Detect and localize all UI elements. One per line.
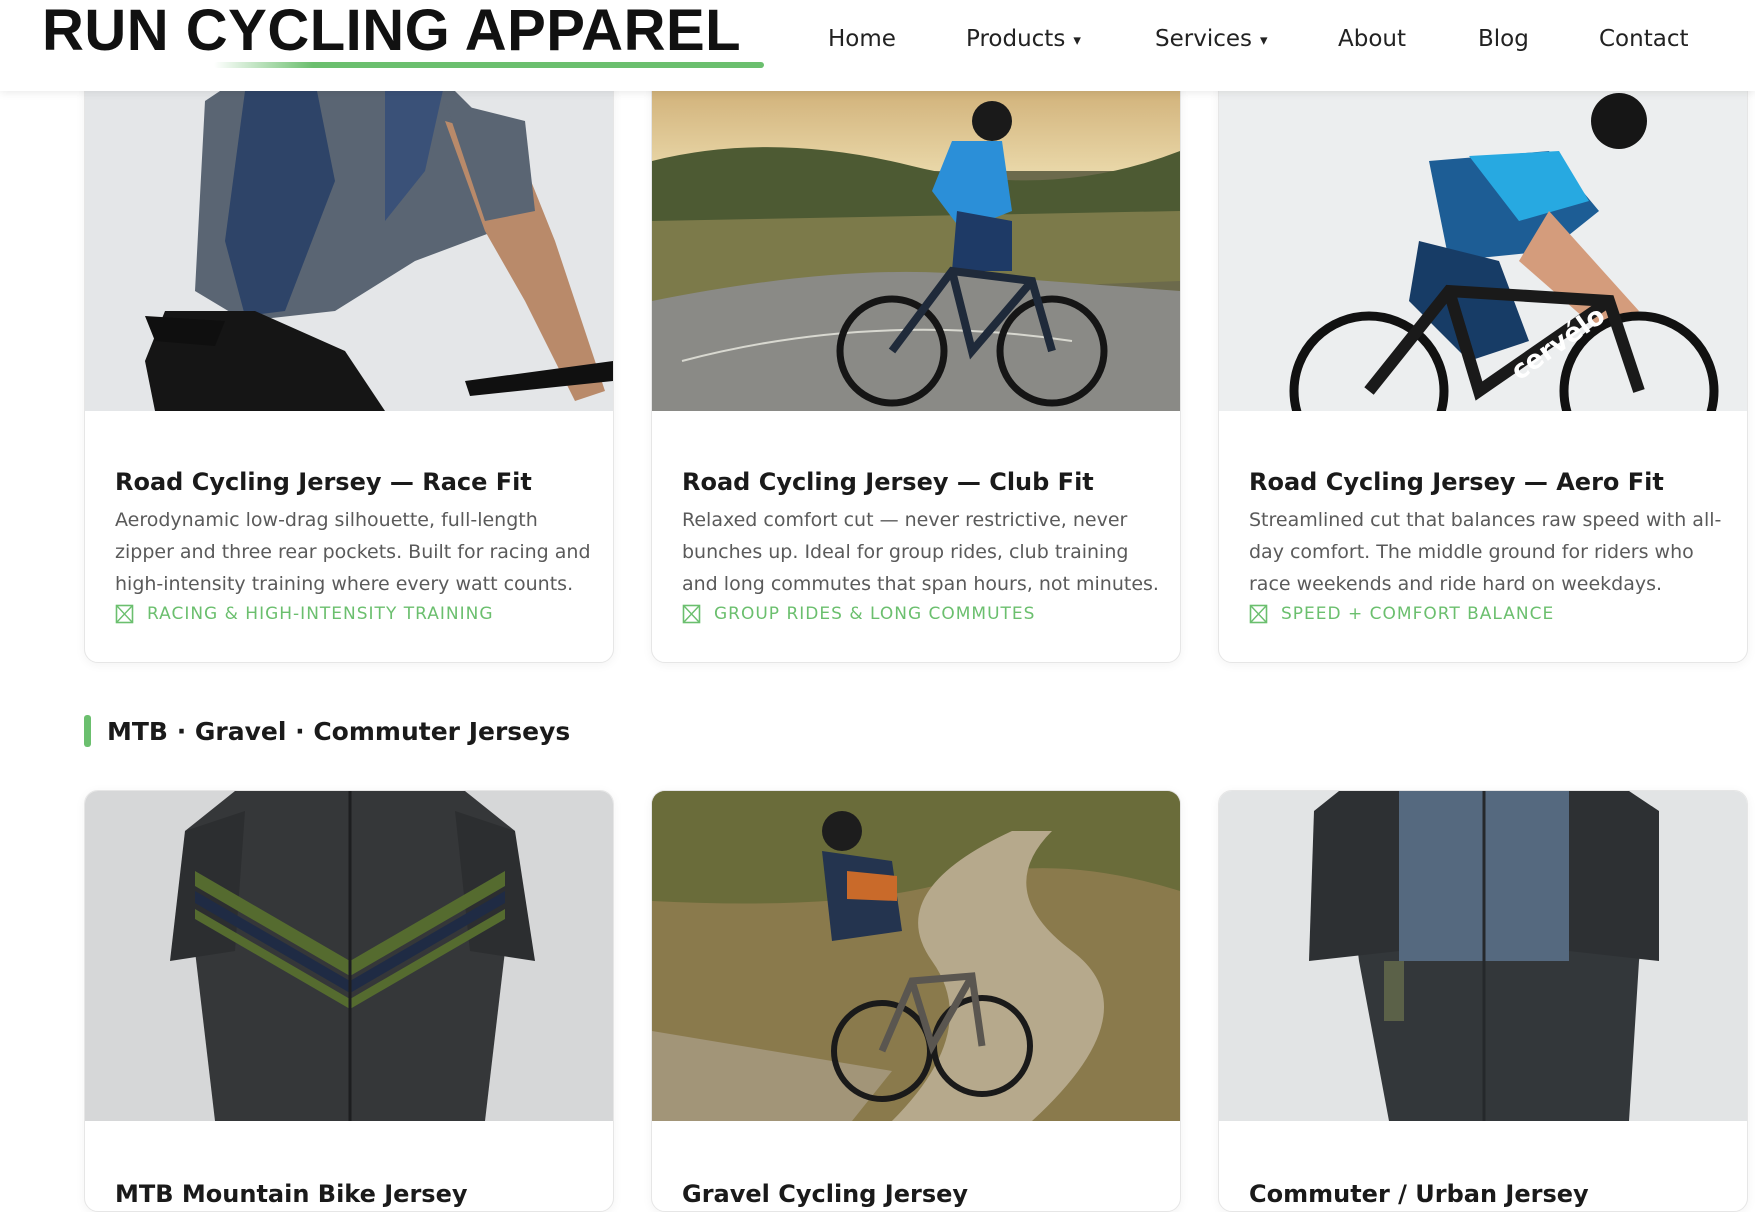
product-image-aero-fit[interactable]: cervélo [1219, 61, 1747, 411]
card-tag: SPEED + COMFORT BALANCE [1249, 603, 1554, 625]
nav-home[interactable]: Home [828, 26, 896, 52]
card-tag-label: SPEED + COMFORT BALANCE [1281, 604, 1555, 624]
target-icon [682, 604, 701, 624]
card-title[interactable]: Road Cycling Jersey — Race Fit [115, 468, 532, 496]
card-description: Relaxed comfort cut — never restrictive,… [682, 509, 1159, 595]
card-tag: RACING & HIGH-INTENSITY TRAINING [115, 603, 494, 625]
nav-about[interactable]: About [1338, 26, 1406, 52]
card-title[interactable]: Commuter / Urban Jersey [1249, 1180, 1589, 1208]
card-title[interactable]: Road Cycling Jersey — Aero Fit [1249, 468, 1664, 496]
card-title[interactable]: Gravel Cycling Jersey [682, 1180, 968, 1208]
card-description: Aerodynamic low-drag silhouette, full-le… [115, 509, 591, 595]
nav-contact-label: Contact [1599, 26, 1689, 52]
product-card-aero-fit[interactable]: cervélo Road Cycling Jersey — Aero Fit S… [1218, 60, 1748, 663]
section-heading: MTB · Gravel · Commuter Jerseys [84, 714, 570, 748]
card-title[interactable]: MTB Mountain Bike Jersey [115, 1180, 468, 1208]
product-card-gravel[interactable]: Gravel Cycling Jersey [651, 790, 1181, 1212]
product-image-mtb[interactable] [85, 791, 613, 1121]
card-tag-label: GROUP RIDES & LONG COMMUTES [714, 604, 1036, 624]
card-title[interactable]: Road Cycling Jersey — Club Fit [682, 468, 1094, 496]
product-image-commuter[interactable] [1219, 791, 1747, 1121]
product-image-race-fit[interactable] [85, 61, 613, 411]
nav-blog[interactable]: Blog [1478, 26, 1529, 52]
section-accent-bar [84, 715, 91, 747]
product-card-commuter[interactable]: Commuter / Urban Jersey [1218, 790, 1748, 1212]
nav-products-label: Products [966, 26, 1066, 52]
jersey-photo-commuter [1219, 791, 1747, 1121]
rider-photo-race-fit [85, 61, 613, 411]
nav-contact[interactable]: Contact [1599, 26, 1688, 52]
logo-text: RUN CYCLING APPAREL [42, 0, 742, 63]
target-icon [1249, 604, 1268, 624]
logo-underline [214, 62, 764, 68]
chevron-down-icon: ▾ [1073, 31, 1081, 49]
product-card-race-fit[interactable]: Road Cycling Jersey — Race Fit Aerodynam… [84, 60, 614, 663]
section-title: MTB · Gravel · Commuter Jerseys [107, 716, 571, 746]
product-image-gravel[interactable] [652, 791, 1180, 1121]
target-icon [115, 604, 134, 624]
nav-blog-label: Blog [1478, 26, 1529, 52]
site-header: RUN CYCLING APPAREL Home Products ▾ Servi… [0, 0, 1755, 91]
rider-photo-aero-fit: cervélo [1219, 61, 1747, 411]
card-tag: GROUP RIDES & LONG COMMUTES [682, 603, 1035, 625]
card-tag-label: RACING & HIGH-INTENSITY TRAINING [147, 604, 494, 624]
product-image-club-fit[interactable] [652, 61, 1180, 411]
nav-services[interactable]: Services ▾ [1155, 26, 1268, 52]
site-logo[interactable]: RUN CYCLING APPAREL [42, 0, 764, 68]
nav-services-label: Services [1155, 26, 1252, 52]
jersey-photo-mtb [85, 791, 613, 1121]
nav-home-label: Home [828, 26, 896, 52]
product-card-mtb[interactable]: MTB Mountain Bike Jersey [84, 790, 614, 1212]
product-card-club-fit[interactable]: Road Cycling Jersey — Club Fit Relaxed c… [651, 60, 1181, 663]
nav-about-label: About [1338, 26, 1407, 52]
card-description: Streamlined cut that balances raw speed … [1249, 509, 1722, 595]
chevron-down-icon: ▾ [1260, 31, 1268, 49]
rider-photo-club-fit [652, 61, 1180, 411]
rider-photo-gravel [652, 791, 1180, 1121]
nav-products[interactable]: Products ▾ [966, 26, 1081, 52]
